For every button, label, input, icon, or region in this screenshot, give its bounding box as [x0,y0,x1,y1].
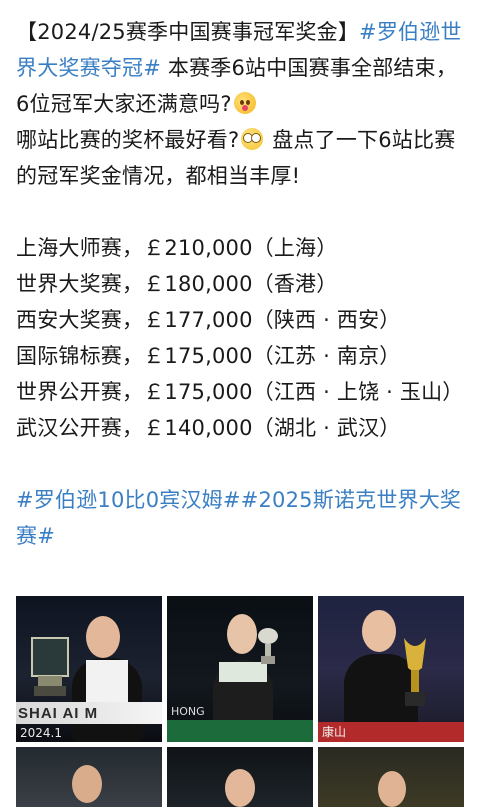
prize-line-international: 国际锦标赛，￡175,000（江苏 · 南京） [16,344,401,368]
hashtag-row: #罗伯逊10比0宾汉姆##2025斯诺克世界大奖赛# [16,482,468,554]
prize-line-world-open: 世界公开赛，￡175,000（江西 · 上饶 · 玉山） [16,380,464,404]
blushing-face-icon [233,92,256,114]
photo-thumbnail[interactable] [167,747,313,807]
prize-line-wuhan: 武汉公开赛，￡140,000（湖北 · 武汉） [16,416,401,440]
eyes-face-icon [241,128,264,150]
trophy-icon [31,637,69,696]
post-question-text: 哪站比赛的奖杯最好看? [16,128,240,152]
prize-line-xian: 西安大奖赛，￡177,000（陕西 · 西安） [16,308,401,332]
photo-banner-subtext: 2024.1 [20,726,62,740]
trophy-icon [258,628,278,664]
hashtag-robertson-10-0[interactable]: #罗伯逊10比0宾汉姆# [16,488,241,512]
photo-thumbnail[interactable] [318,747,464,807]
photo-banner-text: HONG [171,705,205,718]
trophy-icon [404,638,426,706]
player-head [227,614,257,654]
photo-thumbnail[interactable]: 康山 [318,596,464,742]
player-head [225,769,255,807]
photo-grid: SHAI AI M 2024.1 HONG 康山 [16,596,465,807]
photo-thumbnail[interactable]: SHAI AI M 2024.1 [16,596,162,742]
player-head [378,771,406,807]
photo-banner-text: 康山 [322,725,347,739]
table-cloth [167,720,313,742]
photo-thumbnail[interactable]: HONG [167,596,313,742]
photo-thumbnail[interactable] [16,747,162,807]
player-head [86,616,120,658]
post-text: 【2024/25赛季中国赛事冠军奖金】#罗伯逊世界大奖赛夺冠# 本赛季6站中国赛… [16,14,468,554]
prize-line-shanghai: 上海大师赛，￡210,000（上海） [16,236,338,260]
player-head [72,765,102,803]
photo-banner-text: SHAI AI M [18,705,99,722]
weibo-post: 【2024/25赛季中国赛事冠军奖金】#罗伯逊世界大奖赛夺冠# 本赛季6站中国赛… [0,0,480,807]
post-title: 【2024/25赛季中国赛事冠军奖金】 [16,20,360,44]
prize-line-world-grand-prix: 世界大奖赛，￡180,000（香港） [16,272,338,296]
player-head [362,610,396,652]
